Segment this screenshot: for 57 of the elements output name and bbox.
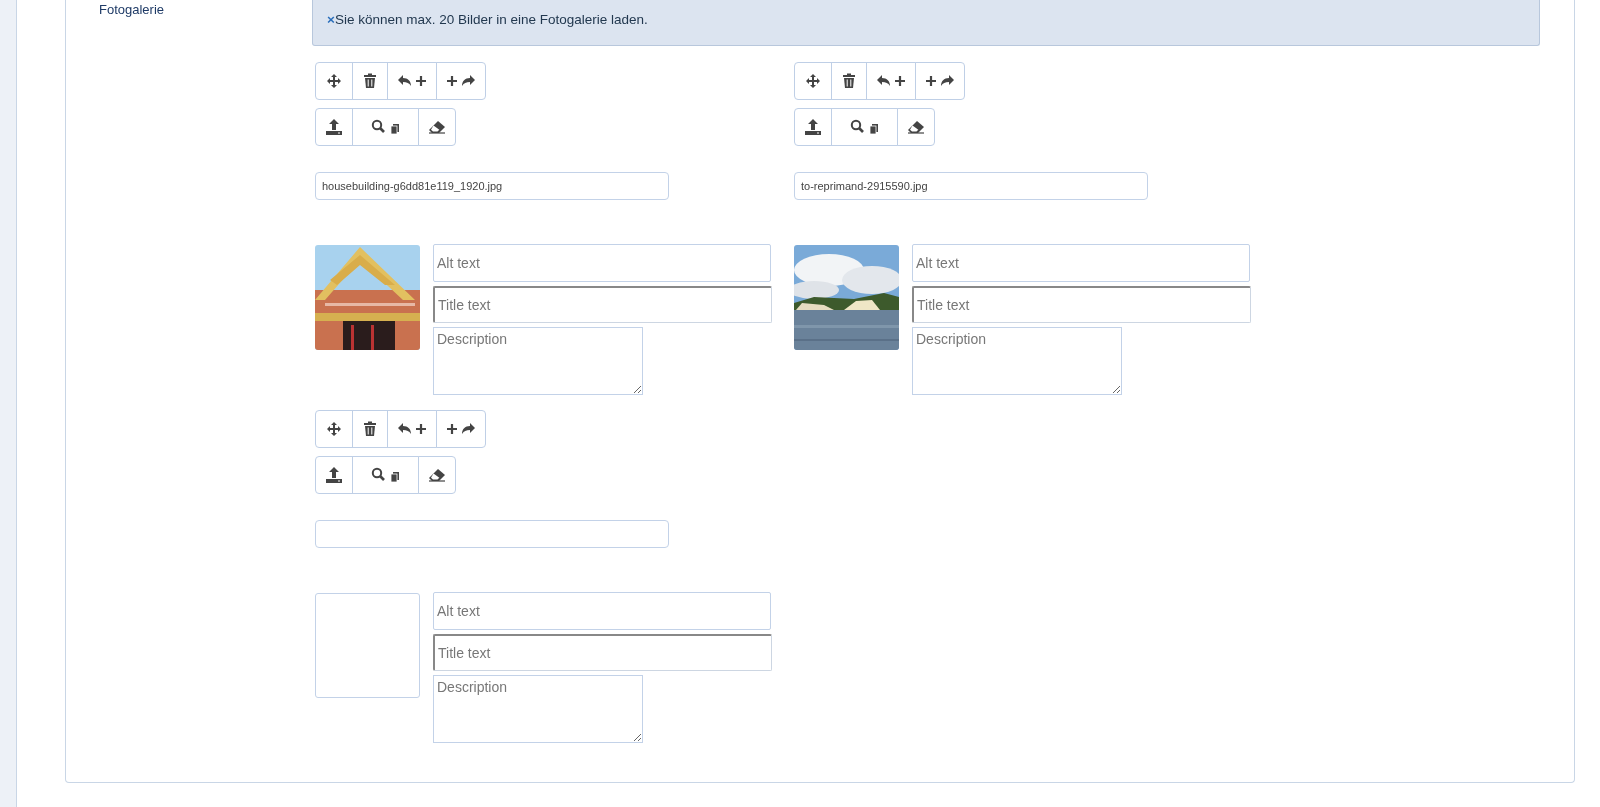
eraser-icon [428,468,446,482]
add-after-button[interactable] [436,62,486,100]
move-icon [325,421,343,437]
clear-button[interactable] [418,108,456,146]
move-button[interactable] [315,410,353,448]
upload-icon [325,118,343,136]
move-button[interactable] [794,62,832,100]
eraser-icon [907,120,925,134]
trash-icon [363,421,377,437]
move-button[interactable] [315,62,353,100]
upload-button[interactable] [315,456,353,494]
upload-icon [325,466,343,484]
trash-icon [842,73,856,89]
undo-plus-icon [876,73,906,89]
trash-icon [363,73,377,89]
add-before-button[interactable] [866,62,916,100]
move-icon [325,73,343,89]
delete-button[interactable] [352,62,388,100]
search-copy-icon [370,119,401,135]
clear-button[interactable] [418,456,456,494]
search-copy-icon [849,119,880,135]
add-before-button[interactable] [387,62,437,100]
title-text-field[interactable]: Title text [433,286,772,323]
filename-field[interactable] [315,520,669,548]
clear-button[interactable] [897,108,935,146]
add-after-button[interactable] [915,62,965,100]
description-field[interactable]: Description [433,327,643,395]
alt-text-field[interactable]: Alt text [433,244,771,282]
description-field[interactable]: Description [433,675,643,743]
description-field[interactable]: Description [912,327,1122,395]
plus-redo-icon [446,73,476,89]
upload-icon [804,118,822,136]
add-after-button[interactable] [436,410,486,448]
section-label: Fotogalerie [99,2,165,17]
plus-redo-icon [925,73,955,89]
browse-button[interactable] [352,456,419,494]
delete-button[interactable] [831,62,867,100]
upload-button[interactable] [315,108,353,146]
browse-button[interactable] [831,108,898,146]
filename-field[interactable]: to-reprimand-2915590.jpg [794,172,1148,200]
browse-button[interactable] [352,108,419,146]
move-icon [804,73,822,89]
undo-plus-icon [397,73,427,89]
alert-message: Sie können max. 20 Bilder in eine Fotogalerie laden. [334,12,648,27]
alt-text-field[interactable]: Alt text [912,244,1250,282]
add-before-button[interactable] [387,410,437,448]
title-text-field[interactable]: Title text [433,634,772,671]
upload-button[interactable] [794,108,832,146]
eraser-icon [428,120,446,134]
search-copy-icon [370,467,401,483]
close-icon[interactable]: × [327,12,335,27]
undo-plus-icon [397,421,427,437]
filename-field[interactable]: housebuilding-g6dd81e119_1920.jpg [315,172,669,200]
title-text-field[interactable]: Title text [912,286,1251,323]
plus-redo-icon [446,421,476,437]
delete-button[interactable] [352,410,388,448]
alt-text-field[interactable]: Alt text [433,592,771,630]
